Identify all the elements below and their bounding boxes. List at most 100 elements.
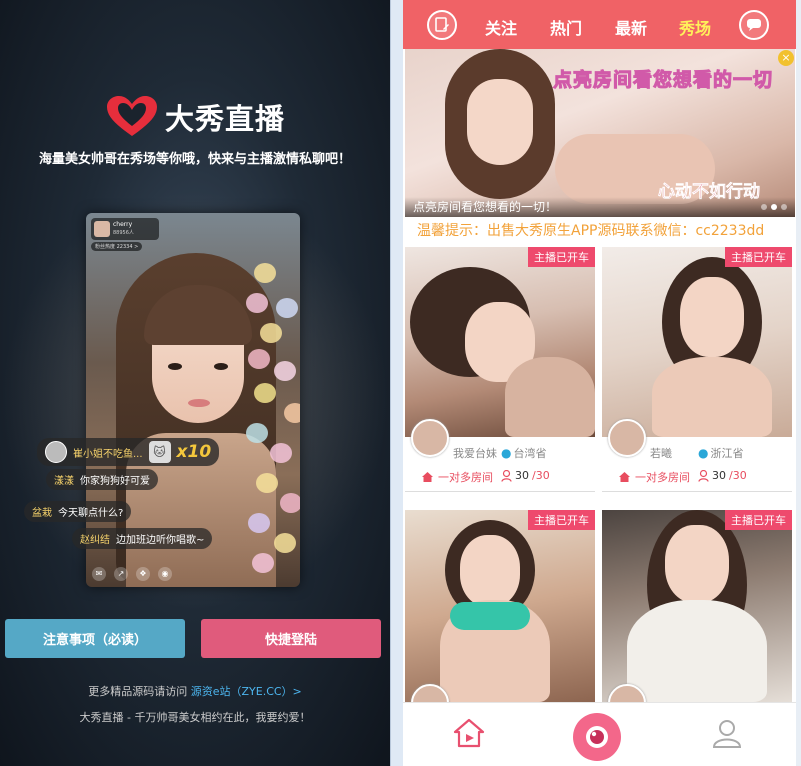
chat-message: 盆栽 今天聊点什么? xyxy=(24,501,132,522)
edit-icon[interactable] xyxy=(427,10,457,40)
notes-button[interactable]: 注意事项（必读） xyxy=(5,619,185,658)
cat-gift-icon: 🐱 xyxy=(148,441,171,463)
notice-marquee: 温馨提示：出售大秀原生APP源码联系微信：cc2233dd xyxy=(417,223,765,239)
heart-icon xyxy=(254,383,276,403)
scrollbar[interactable] xyxy=(796,0,801,766)
login-panel: 大秀直播 海量美女帅哥在秀场等你哦，快来与主播激情私聊吧！ cherry 889… xyxy=(0,0,390,766)
viewer-count: 30/30 xyxy=(501,469,550,482)
viewer-max: /30 xyxy=(729,469,747,482)
anchor-name: cherry xyxy=(113,221,133,228)
room-cover xyxy=(602,510,792,702)
chat-text: 你家狗狗好可爱 xyxy=(80,476,150,487)
status-badge: 主播已开车 xyxy=(725,510,792,530)
chat-text: 边加班边听你唱歌~ xyxy=(116,535,205,546)
heart-icon xyxy=(274,533,296,553)
tab-new[interactable]: 最新 xyxy=(615,15,647,39)
quick-login-button[interactable]: 快捷登陆 xyxy=(201,619,381,658)
anchor-count: 88956人 xyxy=(113,230,134,236)
gift-message: 崔小姐不吃鱼... 🐱 x10 xyxy=(37,438,220,466)
chat-text: 今天聊点什么? xyxy=(58,508,124,519)
status-badge: 主播已开车 xyxy=(528,247,595,267)
promo-banner[interactable]: 点亮房间看您想看的一切 心动不如行动 点亮房间看您想看的一切！ xyxy=(405,49,795,217)
status-badge: 主播已开车 xyxy=(528,510,595,530)
location: ● 台湾省 xyxy=(501,445,546,461)
heart-icon xyxy=(254,263,276,283)
home-icon[interactable] xyxy=(453,717,485,749)
divider xyxy=(602,491,792,492)
carousel-dot[interactable] xyxy=(771,204,777,210)
chat-name: 盆栽 xyxy=(32,508,52,519)
footer-tagline: 大秀直播 - 千万帅哥美女相约在此，我要约爱！ xyxy=(79,711,311,724)
heart-icon xyxy=(284,403,300,423)
room-card[interactable]: 主播已开车 我爱台妹 ● 台湾省 一对多房间 30/30 xyxy=(405,247,595,493)
anchor-nick: 若曦 xyxy=(650,447,672,460)
avatar xyxy=(45,441,67,463)
heart-icon xyxy=(246,423,268,443)
heart-icon xyxy=(246,293,268,313)
viewer-current: 30 xyxy=(712,469,726,482)
top-nav: 关注 热门 最新 秀场 xyxy=(403,0,796,49)
gift-multiplier: x10 xyxy=(176,442,212,462)
avatar xyxy=(411,419,449,457)
viewer-current: 30 xyxy=(515,469,529,482)
tab-follow[interactable]: 关注 xyxy=(485,15,517,39)
gift-icon: ❖ xyxy=(136,567,150,581)
show-panel: 关注 热门 最新 秀场 点亮房间看您想看的一切 心动不如行动 点亮房间看您想看的… xyxy=(403,0,801,766)
preview-eye xyxy=(214,363,228,370)
house-icon xyxy=(619,472,630,482)
banner-headline: 点亮房间看您想看的一切 xyxy=(552,69,774,92)
location: ● 浙江省 xyxy=(698,445,743,461)
cover-figure xyxy=(460,535,520,607)
heart-icon xyxy=(252,553,274,573)
share-icon: ↗ xyxy=(114,567,128,581)
carousel-dot[interactable] xyxy=(781,204,787,210)
heart-icon xyxy=(280,493,300,513)
cover-figure xyxy=(665,525,729,603)
room-type: 一对多房间 xyxy=(618,469,690,485)
person-icon xyxy=(698,469,709,482)
anchor-nick: 我爱台妹 xyxy=(453,447,497,460)
cover-figure xyxy=(505,357,595,437)
heart-icon xyxy=(274,361,296,381)
banner-figure-face xyxy=(467,79,533,165)
tab-show[interactable]: 秀场 xyxy=(679,15,711,39)
divider xyxy=(405,491,595,492)
location-text: 台湾省 xyxy=(513,447,547,460)
house-icon xyxy=(422,472,433,482)
carousel-dot[interactable] xyxy=(761,204,767,210)
panel-divider xyxy=(390,0,403,766)
carousel-dots xyxy=(761,204,787,210)
preview-eye xyxy=(168,363,182,370)
room-type-label: 一对多房间 xyxy=(438,471,493,484)
room-card[interactable]: 主播已开车 若曦 ● 浙江省 一对多房间 30/30 xyxy=(602,247,792,493)
viewer-count: 30/30 xyxy=(698,469,747,482)
slogan: 海量美女帅哥在秀场等你哦，快来与主播激情私聊吧！ xyxy=(38,152,351,167)
bottom-nav xyxy=(403,702,801,766)
message-icon: ✉ xyxy=(92,567,106,581)
brand-logo: 大秀直播 xyxy=(105,96,285,138)
viewer-max: /30 xyxy=(532,469,550,482)
heart-icon xyxy=(248,349,270,369)
user-icon[interactable] xyxy=(711,717,743,749)
camera-icon[interactable] xyxy=(573,713,621,761)
chat-name: 崔小姐不吃鱼... xyxy=(73,448,143,460)
chat-message: 漾漾 你家狗狗好可爱 xyxy=(46,469,158,490)
room-type-label: 一对多房间 xyxy=(635,471,690,484)
chat-name: 赵纠结 xyxy=(80,535,110,546)
heart-icon xyxy=(256,473,278,493)
source-site-link[interactable]: 源资e站（ZYE.CC）> xyxy=(191,685,302,698)
chat-icon[interactable] xyxy=(739,10,769,40)
close-icon[interactable]: × xyxy=(778,50,794,66)
screenshot: 大秀直播 海量美女帅哥在秀场等你哦，快来与主播激情私聊吧！ cherry 889… xyxy=(0,0,801,766)
chat-name: 漾漾 xyxy=(54,476,74,487)
chat-message: 赵纠结 边加班边听你唱歌~ xyxy=(72,528,213,549)
anchor-avatar xyxy=(94,221,110,237)
floating-hearts xyxy=(246,253,300,583)
room-cover xyxy=(602,247,792,437)
room-cover xyxy=(405,510,595,702)
status-badge: 主播已开车 xyxy=(725,247,792,267)
tab-hot[interactable]: 热门 xyxy=(550,15,582,39)
heart-icon xyxy=(276,298,298,318)
more-source-line: 更多精品源码请访问 源资e站（ZYE.CC）> xyxy=(0,683,390,699)
brand-name: 大秀直播 xyxy=(165,102,286,136)
